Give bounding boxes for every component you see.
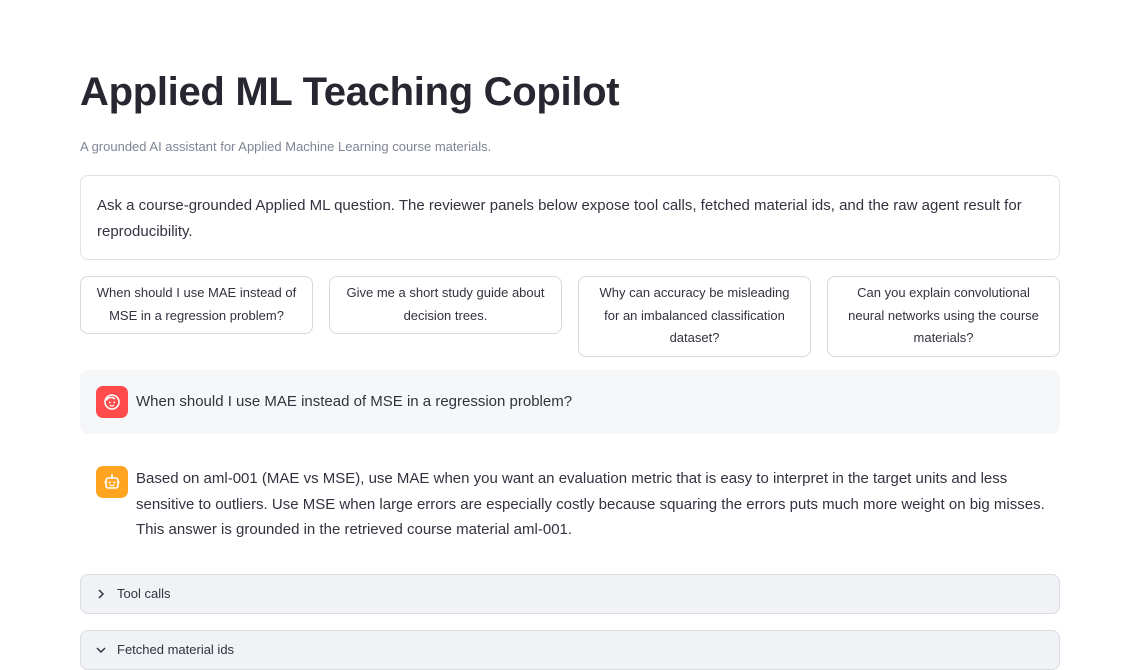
intro-info-box: Ask a course-grounded Applied ML questio… [80,175,1060,260]
assistant-message-text: Based on aml-001 (MAE vs MSE), use MAE w… [136,470,1045,538]
robot-icon [96,466,128,498]
fetched-material-ids-label: Fetched material ids [117,642,235,657]
user-face-icon [96,386,128,418]
tool-calls-expander[interactable]: Tool calls [80,574,1060,614]
user-chat-message: When should I use MAE instead of MSE in … [80,370,1060,434]
tool-calls-label: Tool calls [117,586,171,601]
suggestion-cnn-button[interactable]: Can you explain convolutional neural net… [827,276,1060,357]
fetched-material-ids-expander[interactable]: Fetched material ids [80,630,1060,670]
suggestion-accuracy-imbalanced-button[interactable]: Why can accuracy be misleading for an im… [578,276,811,357]
user-message-text: When should I use MAE instead of MSE in … [136,393,573,410]
chevron-down-icon [95,641,107,659]
page-title: Applied ML Teaching Copilot [80,70,620,114]
chevron-right-icon [95,585,107,603]
suggestion-decision-trees-button[interactable]: Give me a short study guide about decisi… [329,276,562,334]
page-subtitle: A grounded AI assistant for Applied Mach… [80,139,492,154]
suggestion-mae-mse-button[interactable]: When should I use MAE instead of MSE in … [80,276,313,334]
intro-text: Ask a course-grounded Applied ML questio… [97,197,1022,240]
